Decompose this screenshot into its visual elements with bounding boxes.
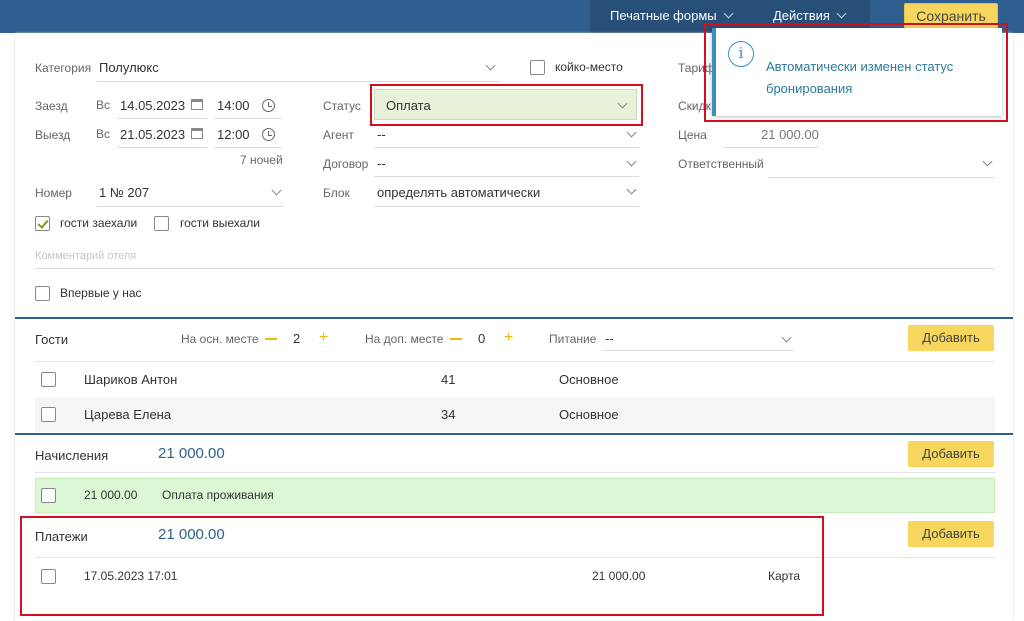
- checkin-time-input[interactable]: 14:00: [217, 98, 250, 113]
- first-time-checkbox[interactable]: [35, 286, 50, 301]
- guest-age: 34: [441, 407, 456, 422]
- nights-count: 7 ночей: [240, 153, 283, 167]
- guest-age: 41: [441, 372, 456, 387]
- charges-total: 21 000.00: [158, 445, 225, 462]
- chevron-down-icon: [723, 8, 734, 19]
- room-underline: [97, 206, 284, 207]
- room-select[interactable]: 1 № 207: [99, 185, 149, 200]
- row-checkbox[interactable]: [41, 488, 56, 503]
- checkin-date-input[interactable]: 14.05.2023: [120, 98, 185, 113]
- guests-checked-in-label: гости заехали: [60, 216, 138, 230]
- block-label: Блок: [323, 186, 350, 200]
- contract-underline: [374, 176, 639, 177]
- actions-menu[interactable]: Действия: [773, 8, 847, 23]
- print-forms-label: Печатные формы: [610, 8, 717, 23]
- hotel-comment-input[interactable]: Комментарий отеля: [35, 250, 136, 262]
- guest-name: Царева Елена: [84, 407, 172, 422]
- checkin-date-underline: [117, 118, 207, 119]
- row-checkbox[interactable]: [41, 407, 56, 422]
- main-place-count[interactable]: 2: [293, 331, 300, 346]
- section-divider: [15, 317, 1013, 319]
- block-select[interactable]: определять автоматически: [377, 185, 540, 200]
- agent-select[interactable]: --: [377, 127, 386, 142]
- price-underline: [724, 147, 819, 148]
- category-label: Категория: [35, 61, 92, 75]
- calendar-icon[interactable]: [191, 128, 203, 139]
- block-underline: [374, 206, 639, 207]
- checkin-day: Вс: [96, 98, 111, 112]
- extra-place-count[interactable]: 0: [478, 331, 485, 346]
- actions-label: Действия: [773, 8, 830, 23]
- guest-place: Основное: [559, 407, 619, 422]
- comment-underline: [35, 268, 995, 269]
- increment-icon[interactable]: +: [319, 330, 328, 346]
- bed-place-checkbox[interactable]: [530, 60, 545, 75]
- charge-description: Оплата проживания: [162, 488, 274, 502]
- status-highlight: [370, 84, 643, 126]
- payments-highlight: [20, 516, 824, 616]
- checkout-time-underline: [214, 147, 282, 148]
- meal-label: Питание: [549, 332, 597, 346]
- responsible-label: Ответственный: [678, 157, 764, 171]
- agent-label: Агент: [323, 128, 354, 142]
- divider: [35, 361, 995, 362]
- checkout-time-input[interactable]: 12:00: [217, 127, 250, 142]
- section-divider: [15, 433, 1013, 435]
- meal-underline: [602, 350, 794, 351]
- guests-checked-out-label: гости выехали: [180, 216, 260, 230]
- main-place-label: На осн. месте: [181, 332, 259, 346]
- table-row: [35, 397, 995, 432]
- checkout-label: Выезд: [35, 128, 71, 142]
- guest-name: Шариков Антон: [84, 372, 178, 387]
- clock-icon[interactable]: [262, 99, 275, 112]
- price-label: Цена: [678, 128, 707, 142]
- increment-icon[interactable]: +: [504, 330, 513, 346]
- chevron-down-icon: [836, 8, 847, 19]
- room-label: Номер: [35, 186, 72, 200]
- checkout-day: Вс: [96, 127, 111, 141]
- charges-title: Начисления: [35, 448, 109, 463]
- decrement-icon[interactable]: [450, 338, 462, 340]
- checkin-time-underline: [214, 118, 282, 119]
- meal-select[interactable]: --: [605, 331, 614, 346]
- calendar-icon[interactable]: [191, 99, 203, 110]
- toast-highlight: [704, 23, 1008, 122]
- category-select[interactable]: Полулюкс: [99, 60, 159, 75]
- guests-checked-in-checkbox[interactable]: [35, 216, 50, 231]
- checkout-date-input[interactable]: 21.05.2023: [120, 127, 185, 142]
- extra-place-label: На доп. месте: [365, 332, 444, 346]
- charge-amount: 21 000.00: [84, 488, 138, 502]
- responsible-underline: [768, 177, 995, 178]
- decrement-icon[interactable]: [265, 338, 277, 340]
- divider: [35, 472, 995, 473]
- guests-title: Гости: [35, 332, 69, 347]
- add-charge-button[interactable]: Добавить: [908, 441, 994, 467]
- contract-select[interactable]: --: [377, 156, 386, 171]
- add-guest-button[interactable]: Добавить: [908, 325, 994, 351]
- bed-place-label: койко-место: [555, 60, 623, 74]
- contract-label: Договор: [323, 157, 369, 171]
- category-underline: [97, 81, 502, 82]
- status-label: Статус: [323, 99, 361, 113]
- checkin-label: Заезд: [35, 99, 68, 113]
- add-payment-button[interactable]: Добавить: [908, 521, 994, 547]
- agent-underline: [374, 147, 639, 148]
- guests-checked-out-checkbox[interactable]: [154, 216, 169, 231]
- row-checkbox[interactable]: [41, 372, 56, 387]
- first-time-label: Впервые у нас: [60, 286, 142, 300]
- guest-place: Основное: [559, 372, 619, 387]
- print-forms-menu[interactable]: Печатные формы: [610, 8, 734, 23]
- price-input[interactable]: 21 000.00: [761, 127, 819, 142]
- clock-icon[interactable]: [262, 128, 275, 141]
- checkout-date-underline: [117, 147, 207, 148]
